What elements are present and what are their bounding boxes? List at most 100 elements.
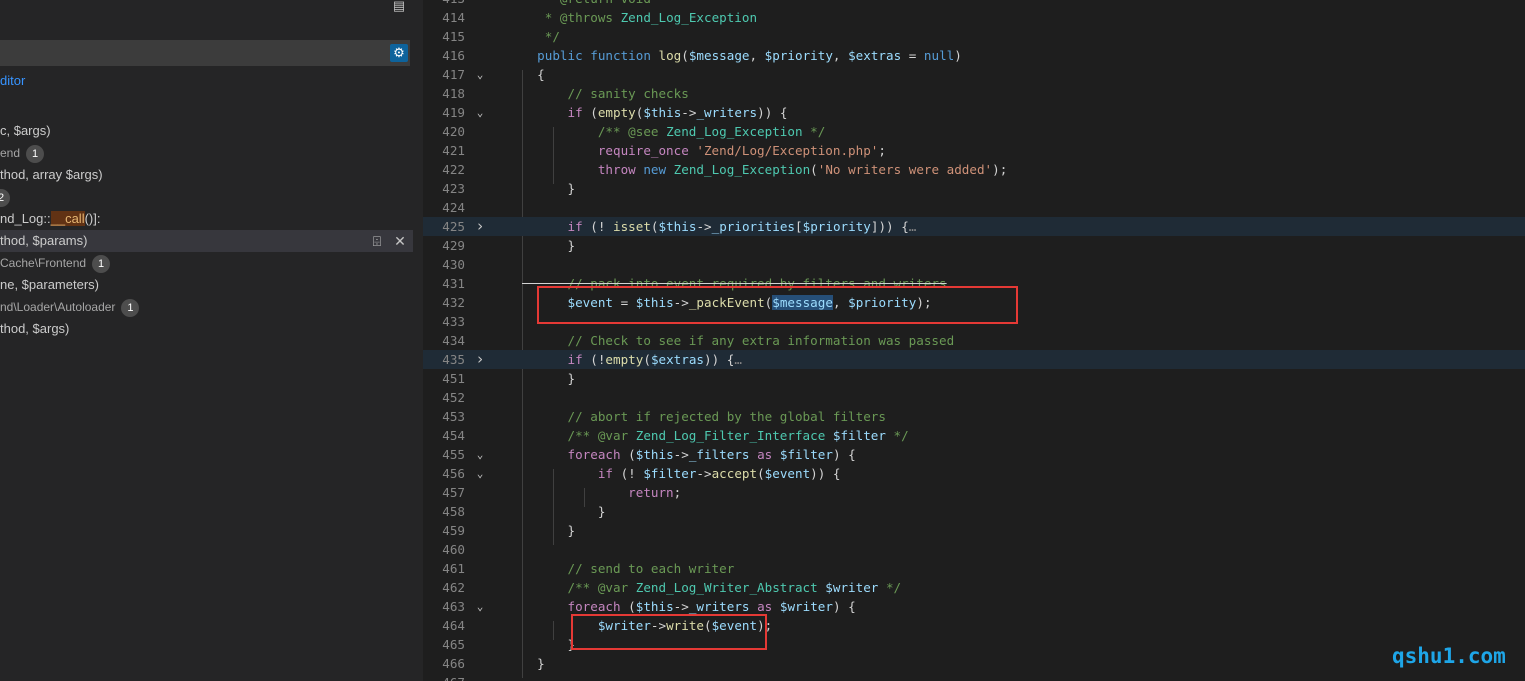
line-number: 420 bbox=[442, 124, 465, 139]
stack-frame-item[interactable]: ditor bbox=[0, 70, 413, 92]
code-token: require_once bbox=[522, 143, 697, 158]
code-token: Zend_Log_Exception bbox=[666, 124, 803, 139]
settings-gear-icon[interactable]: ⚙ bbox=[390, 44, 408, 62]
code-line[interactable]: 424 bbox=[423, 198, 1525, 217]
collapse-all-icon[interactable]: ▤ bbox=[391, 0, 407, 14]
code-line[interactable]: 452 bbox=[423, 388, 1525, 407]
code-token: /** @var bbox=[522, 428, 636, 443]
code-line[interactable]: 460 bbox=[423, 540, 1525, 559]
line-number: 413 bbox=[423, 0, 465, 8]
stack-frame-item[interactable]: Cache\Frontend 1 bbox=[0, 252, 413, 274]
code-token: $this bbox=[635, 599, 674, 614]
stack-frame-item[interactable]: end 1 bbox=[0, 142, 413, 164]
stack-frame-item[interactable]: 2 bbox=[0, 186, 413, 208]
panel-header: ▤ bbox=[0, 0, 413, 17]
stack-frame-item[interactable]: nd_Log::__call()]: bbox=[0, 208, 413, 230]
code-token: , bbox=[749, 48, 765, 63]
fold-collapsed-chevron-icon[interactable]: › bbox=[473, 350, 487, 369]
line-number: 422 bbox=[442, 162, 465, 177]
code-token: } bbox=[522, 238, 576, 253]
stack-frame-item[interactable]: thod, $args) bbox=[0, 318, 413, 340]
code-token: _writers bbox=[688, 599, 750, 614]
line-number: 457 bbox=[442, 485, 465, 500]
code-line[interactable]: 413 * @return void bbox=[423, 0, 1525, 8]
fold-expanded-chevron-icon[interactable]: ⌄ bbox=[473, 445, 487, 464]
frame-label: ne, $parameters) bbox=[0, 277, 99, 292]
code-line[interactable]: 421 require_once 'Zend/Log/Exception.php… bbox=[423, 141, 1525, 160]
code-token: ])) { bbox=[870, 219, 909, 234]
code-line[interactable]: 429 } bbox=[423, 236, 1525, 255]
code-token: return bbox=[522, 485, 674, 500]
code-line[interactable]: 458 } bbox=[423, 502, 1525, 521]
code-token: , bbox=[832, 48, 849, 63]
code-text: // send to each writer bbox=[522, 559, 734, 578]
code-token: as bbox=[749, 447, 780, 462]
code-line[interactable]: 417 ⌄ { bbox=[423, 65, 1525, 84]
code-token: * @return void bbox=[522, 0, 651, 6]
code-line[interactable]: 455 ⌄ foreach ($this->_filters as $filter… bbox=[423, 445, 1525, 464]
line-number: 453 bbox=[442, 409, 465, 424]
code-line[interactable]: 434 // Check to see if any extra informa… bbox=[423, 331, 1525, 350]
fold-expanded-chevron-icon[interactable]: ⌄ bbox=[473, 103, 487, 122]
fold-collapsed-chevron-icon[interactable]: › bbox=[473, 217, 487, 236]
code-line[interactable]: 453 // abort if rejected by the global f… bbox=[423, 407, 1525, 426]
code-token: Zend_Log_Exception bbox=[673, 162, 811, 177]
code-line[interactable]: 422 throw new Zend_Log_Exception('No wri… bbox=[423, 160, 1525, 179]
code-line[interactable]: 462 /** @var Zend_Log_Writer_Abstract $w… bbox=[423, 578, 1525, 597]
frame-label: ()]: bbox=[84, 211, 101, 226]
filter-input[interactable] bbox=[0, 40, 410, 66]
code-text: if (! isset($this->_priorities[$priority… bbox=[522, 217, 916, 236]
code-token: } bbox=[522, 181, 576, 196]
code-editor[interactable]: 413 * @return void414 * @throws Zend_Log… bbox=[423, 0, 1525, 681]
code-line[interactable]: 451 } bbox=[423, 369, 1525, 388]
code-token: */ bbox=[878, 580, 902, 595]
code-line[interactable]: 454 /** @var Zend_Log_Filter_Interface $… bbox=[423, 426, 1525, 445]
code-line[interactable]: 461 // send to each writer bbox=[423, 559, 1525, 578]
stack-frame-item[interactable]: thod, $params) ⌹ ✕ bbox=[0, 230, 413, 252]
code-token: -> bbox=[696, 219, 712, 234]
line-number: 414 bbox=[442, 10, 465, 25]
code-text: } bbox=[522, 635, 575, 654]
close-icon[interactable]: ✕ bbox=[392, 230, 408, 252]
code-text: /** @var Zend_Log_Filter_Interface $filt… bbox=[522, 426, 908, 445]
stack-frame-item[interactable]: ne, $parameters) bbox=[0, 274, 413, 296]
fold-expanded-chevron-icon[interactable]: ⌄ bbox=[473, 597, 487, 616]
frame-label: thod, array $args) bbox=[0, 167, 103, 182]
code-line[interactable]: 415 */ bbox=[423, 27, 1525, 46]
line-number: 452 bbox=[442, 390, 465, 405]
code-line[interactable]: 419 ⌄ if (empty($this->_writers)) { bbox=[423, 103, 1525, 122]
code-line[interactable]: 467 bbox=[423, 673, 1525, 681]
code-token: } bbox=[522, 656, 545, 671]
code-line[interactable]: 416 public function log($message, $prior… bbox=[423, 46, 1525, 65]
code-text: foreach ($this->_filters as $filter) { bbox=[522, 445, 855, 464]
code-line[interactable]: 414 * @throws Zend_Log_Exception bbox=[423, 8, 1525, 27]
code-line[interactable]: 466 } bbox=[423, 654, 1525, 673]
code-line[interactable]: 457 return; bbox=[423, 483, 1525, 502]
stack-frame-item[interactable]: thod, array $args) bbox=[0, 164, 413, 186]
code-token: } bbox=[522, 637, 576, 652]
line-number: 435 bbox=[442, 352, 465, 367]
code-token: -> bbox=[696, 466, 712, 481]
stack-frame-item[interactable]: nd\Loader\Autoloader 1 bbox=[0, 296, 413, 318]
code-token: { bbox=[522, 67, 545, 82]
line-number: 461 bbox=[442, 561, 465, 576]
code-line[interactable]: 459 } bbox=[423, 521, 1525, 540]
code-token: $writer bbox=[817, 580, 879, 595]
code-line[interactable]: 423 } bbox=[423, 179, 1525, 198]
stack-frame-item[interactable]: c, $args) bbox=[0, 120, 413, 142]
code-token: empty bbox=[605, 352, 644, 367]
code-line[interactable]: 418 // sanity checks bbox=[423, 84, 1525, 103]
line-number: 421 bbox=[442, 143, 465, 158]
code-line[interactable]: 435 › if (!empty($extras)) {… bbox=[423, 350, 1525, 369]
code-line[interactable]: 456 ⌄ if (! $filter->accept($event)) { bbox=[423, 464, 1525, 483]
code-line[interactable]: 430 bbox=[423, 255, 1525, 274]
restart-frame-icon[interactable]: ⌹ bbox=[369, 230, 385, 252]
code-line[interactable]: 420 /** @see Zend_Log_Exception */ bbox=[423, 122, 1525, 141]
code-token: $this bbox=[643, 105, 682, 120]
stack-frame-item[interactable] bbox=[0, 98, 413, 120]
code-token: ); bbox=[992, 162, 1008, 177]
fold-expanded-chevron-icon[interactable]: ⌄ bbox=[473, 65, 487, 84]
code-line[interactable]: 425 › if (! isset($this->_priorities[$pri… bbox=[423, 217, 1525, 236]
fold-expanded-chevron-icon[interactable]: ⌄ bbox=[473, 464, 487, 483]
code-token: ( bbox=[628, 599, 636, 614]
